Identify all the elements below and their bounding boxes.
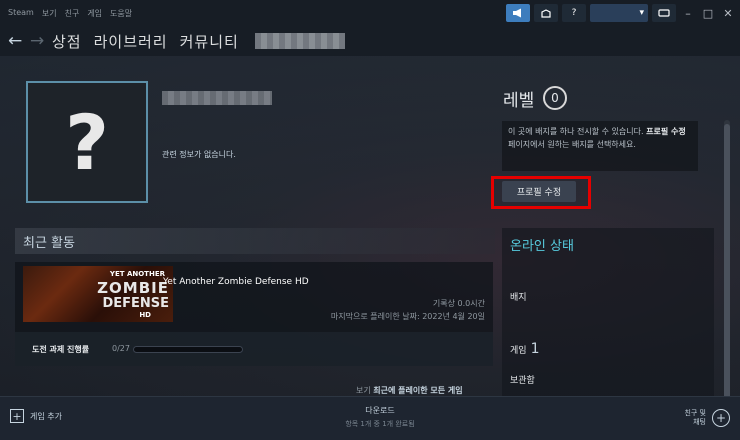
envelope-icon	[541, 8, 551, 18]
view-prefix: 보기	[356, 386, 371, 395]
game-capsule-line4: HD	[139, 311, 151, 319]
game-last-played: 마지막으로 플레이한 날짜: 2022년 4월 20일	[330, 312, 485, 321]
level-badge: 0	[543, 86, 567, 110]
chevron-down-icon: ▾	[639, 8, 644, 18]
megaphone-icon	[513, 8, 521, 18]
achievement-label: 도전 과제 진행률	[32, 345, 90, 354]
nav-username-redacted[interactable]	[254, 33, 345, 49]
help-button[interactable]: ?	[562, 4, 586, 22]
notifications-button[interactable]	[534, 4, 558, 22]
friends-chat-label: 친구 및 채팅	[684, 409, 706, 427]
title-bar: Steam 보기 친구 게임 도움말 ? ▾ – □ ✕	[0, 0, 740, 26]
friends-chat-line2: 채팅	[693, 418, 706, 426]
avatar: ?	[26, 81, 148, 203]
game-capsule-line3: DEFENSE	[102, 296, 169, 311]
profile-info: 관련 정보가 없습니다.	[162, 150, 236, 159]
view-all-recent: 보기 최근에 플레이한 모든 게임	[356, 385, 463, 396]
back-arrow-icon[interactable]: ←	[8, 31, 30, 51]
plus-icon: +	[10, 409, 24, 423]
recent-game-card: YET ANOTHER ZOMBIE DEFENSE HD Yet Anothe…	[15, 262, 493, 366]
maximize-icon[interactable]: □	[700, 5, 716, 21]
sidebar-item-badges[interactable]: 배지	[510, 290, 527, 303]
sidebar-item-games[interactable]: 게임 1	[510, 341, 539, 357]
recent-activity-header: 최근 활동	[15, 228, 495, 254]
level-label: 레벨	[503, 91, 535, 111]
game-capsule-line1: YET ANOTHER	[109, 270, 165, 278]
nav-library[interactable]: 라이브러리	[94, 31, 168, 52]
big-picture-button[interactable]	[652, 4, 676, 22]
nav-store[interactable]: 상점	[52, 31, 82, 52]
game-playtime: 기록상 0.0시간	[432, 299, 485, 308]
sidebar-item-games-label: 게임	[510, 346, 527, 356]
game-capsule-line2: ZOMBIE	[97, 279, 169, 297]
game-capsule-image[interactable]: YET ANOTHER ZOMBIE DEFENSE HD	[23, 266, 173, 322]
minimize-icon[interactable]: –	[680, 5, 696, 21]
broadcast-button[interactable]	[506, 4, 530, 22]
scrollbar-thumb[interactable]	[724, 124, 730, 396]
sidebar-panel: 온라인 상태 배지 게임 1 보관함	[502, 228, 714, 396]
close-icon[interactable]: ✕	[720, 5, 736, 21]
menu-games[interactable]: 게임	[87, 8, 102, 19]
account-dropdown[interactable]: ▾	[590, 4, 648, 22]
add-game-label: 게임 추가	[30, 411, 62, 421]
achievement-progress-bar	[133, 346, 243, 353]
menu-help[interactable]: 도움말	[110, 8, 132, 19]
nav-community[interactable]: 커뮤니티	[180, 31, 239, 52]
bottom-bar: + 게임 추가 다운로드 항목 1개 중 1개 완료됨 친구 및 채팅 +	[0, 396, 740, 440]
profile-page: ? 관련 정보가 없습니다. 레벨 0 이 곳에 배지를 하나 전시할 수 있습…	[0, 56, 740, 396]
view-all-recent-link[interactable]: 최근에 플레이한 모든 게임	[373, 386, 462, 395]
sidebar-item-inventory[interactable]: 보관함	[510, 373, 535, 386]
badge-hint-text: 이 곳에 배지를 하나 전시할 수 있습니다.	[508, 127, 647, 136]
menu-view[interactable]: 보기	[42, 8, 57, 19]
title-bar-controls: ? ▾ – □ ✕	[506, 4, 736, 22]
sidebar-games-count: 1	[530, 341, 540, 357]
friends-chat-button[interactable]: 친구 및 채팅 +	[684, 409, 730, 427]
friends-chat-line1: 친구 및	[684, 409, 706, 417]
menu-steam[interactable]: Steam	[8, 8, 34, 19]
profile-name-redacted	[162, 91, 272, 105]
gamepad-icon	[658, 9, 670, 17]
downloads-status[interactable]: 다운로드 항목 1개 중 1개 완료됨	[340, 405, 420, 429]
badge-hint: 이 곳에 배지를 하나 전시할 수 있습니다. 프로필 수정 페이지에서 원하는…	[502, 121, 698, 171]
badge-hint-text-end: 페이지에서 원하는 배지를 선택하세요.	[508, 140, 636, 149]
add-game-button[interactable]: + 게임 추가	[10, 409, 62, 423]
game-title[interactable]: Yet Another Zombie Defense HD	[163, 277, 309, 287]
online-status-title[interactable]: 온라인 상태	[510, 235, 574, 254]
downloads-progress-text: 항목 1개 중 1개 완료됨	[345, 420, 415, 428]
nav-bar: ← → 상점 라이브러리 커뮤니티	[0, 26, 740, 56]
edit-profile-button[interactable]: 프로필 수정	[502, 181, 576, 202]
question-mark-icon: ?	[64, 97, 110, 187]
scrollbar[interactable]	[724, 120, 730, 396]
downloads-title: 다운로드	[365, 406, 395, 415]
menu-bar: Steam 보기 친구 게임 도움말	[0, 8, 132, 19]
achievement-progress-row[interactable]: 도전 과제 진행률 0/27	[15, 332, 493, 366]
forward-arrow-icon[interactable]: →	[30, 31, 52, 51]
menu-friends[interactable]: 친구	[65, 8, 80, 19]
badge-hint-link[interactable]: 프로필 수정	[646, 127, 686, 136]
friends-add-icon: +	[712, 409, 730, 427]
achievement-count: 0/27	[112, 344, 130, 353]
